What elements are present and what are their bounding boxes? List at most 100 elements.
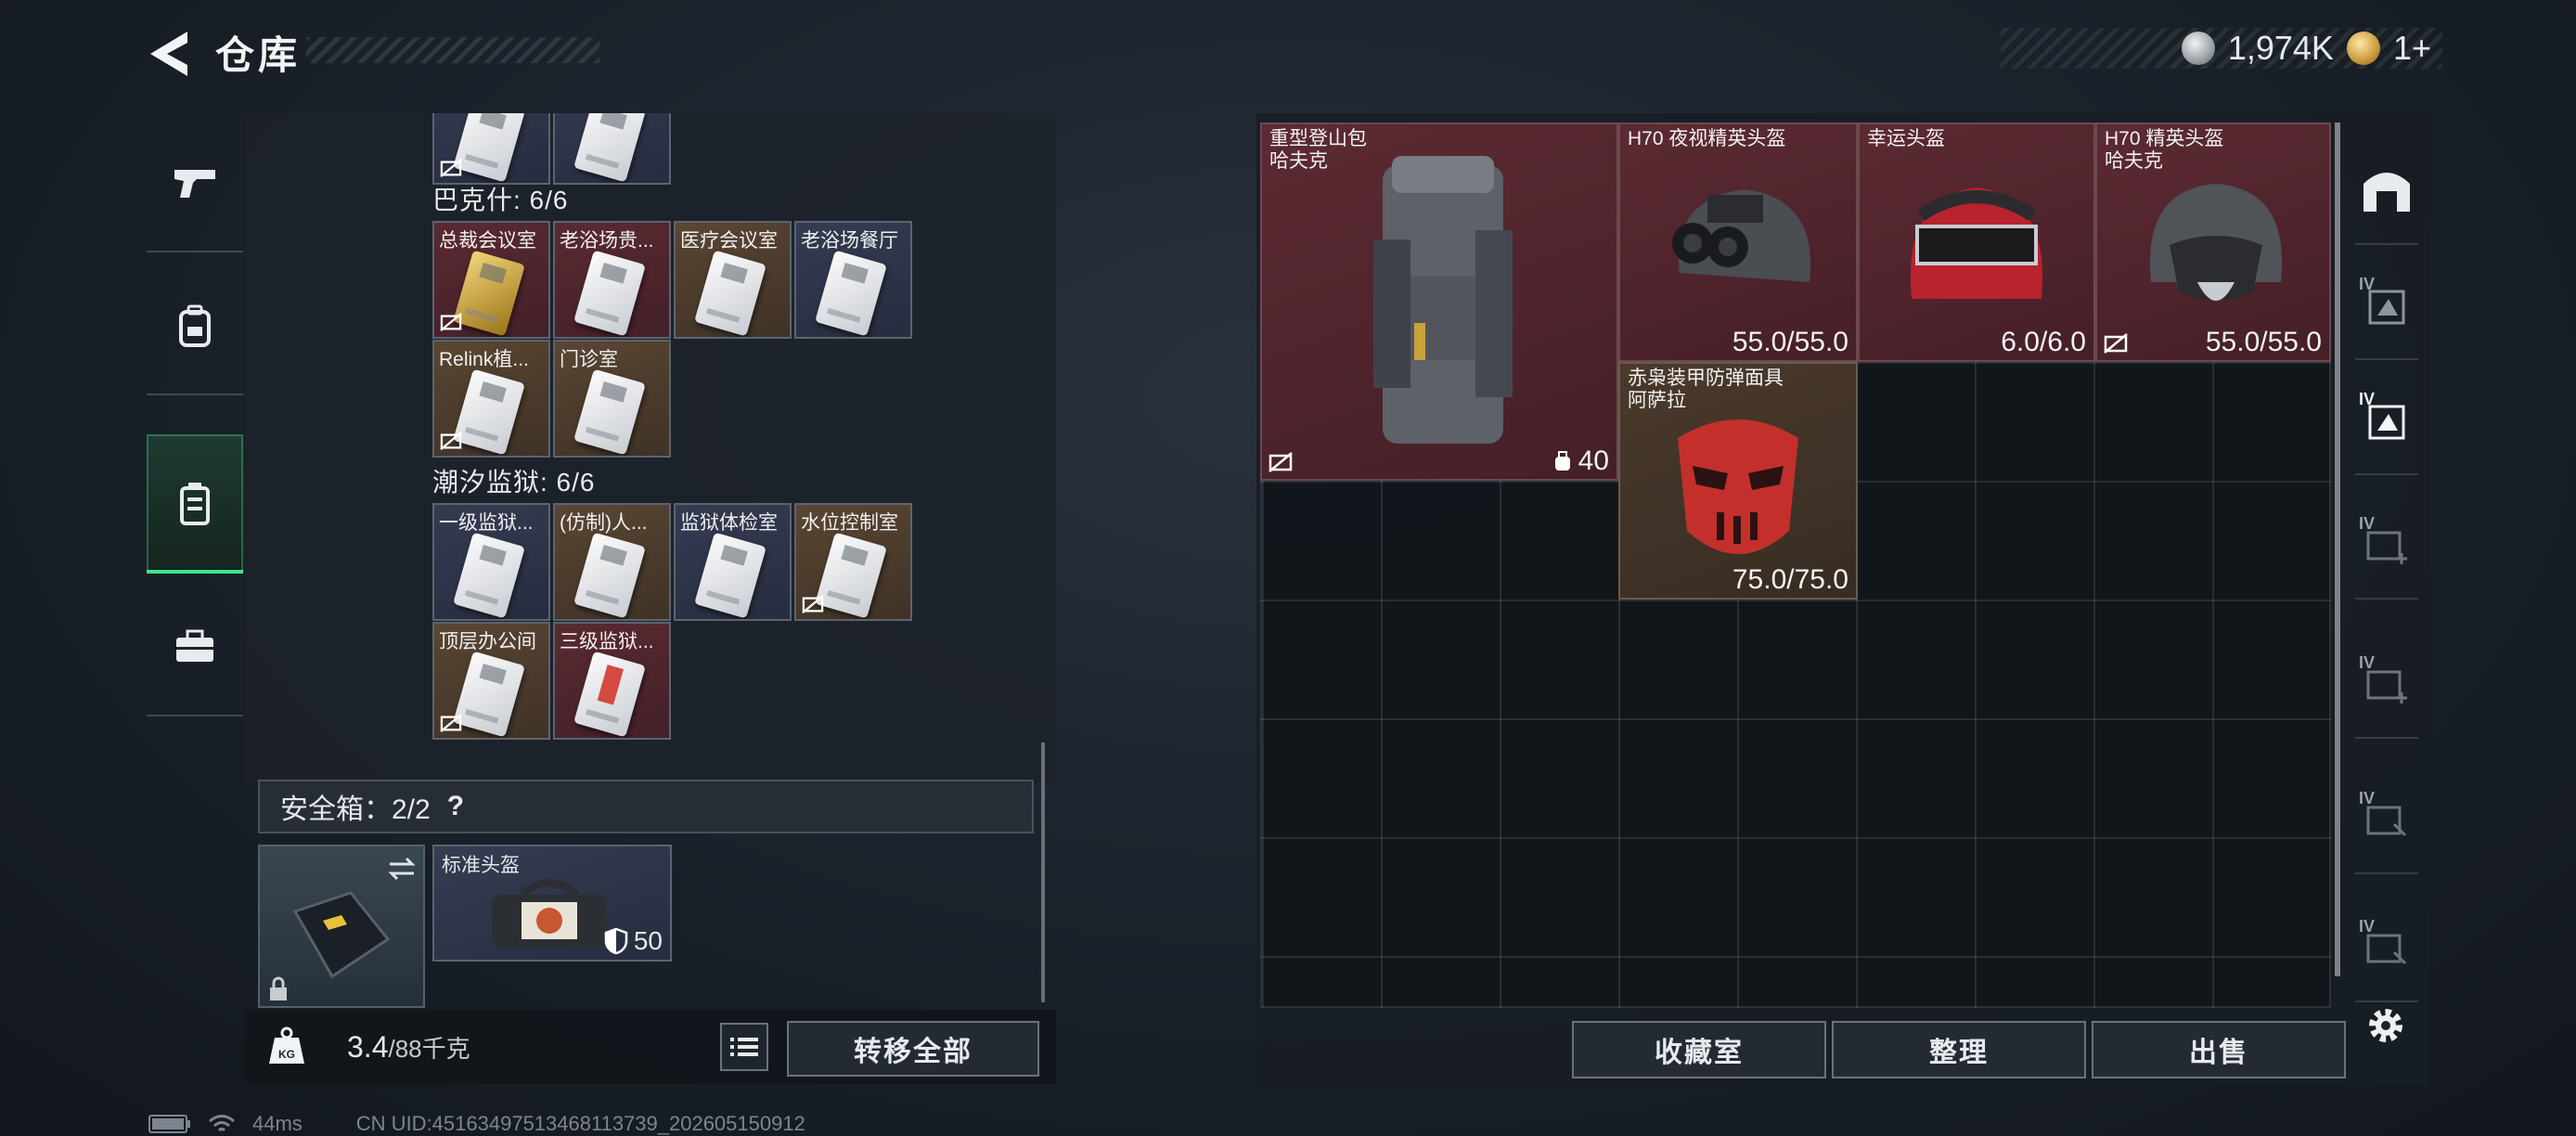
key-card-slot[interactable]: 监狱体检室 (674, 503, 792, 621)
back-arrow-icon[interactable] (147, 28, 193, 80)
safe-box-label: 安全箱：2/2 (280, 794, 431, 825)
key-card-slot[interactable]: Relink植... (432, 340, 550, 458)
transfer-all-button[interactable]: 转移全部 (787, 1021, 1039, 1077)
bag-icon (492, 879, 607, 949)
ping-readout: 44ms (252, 1112, 303, 1135)
status-bar: 44ms CN UID:451634975134681137​39_202605… (148, 1112, 805, 1136)
tab-stash-5[interactable]: IV (2351, 627, 2422, 739)
stash-item-helmet[interactable]: H70 精英头盔 哈夫克 55.0/55.0 (2095, 123, 2331, 362)
key-card-label: 三级监狱... (560, 631, 654, 652)
item-durability: 55.0/55.0 (2205, 327, 2322, 357)
safe-box-slot[interactable] (258, 845, 425, 1008)
no-trade-icon (2104, 333, 2128, 354)
tab-stash-3[interactable]: IV (2351, 364, 2422, 475)
armor-shield-icon (604, 927, 628, 955)
item-name: 幸运头盔 (1867, 128, 1945, 149)
key-card-label: 老浴场贵... (560, 230, 654, 252)
gold-coin-icon (2346, 32, 2380, 65)
sell-button[interactable]: 出售 (2092, 1021, 2346, 1078)
lock-icon (270, 976, 287, 1000)
key-card-label: 监狱体检室 (680, 512, 778, 534)
svg-text:KG: KG (278, 1048, 295, 1061)
armored-mask-icon (1678, 420, 1798, 554)
key-card-label: 一级监狱... (439, 512, 534, 534)
key-card-slot[interactable]: (仿制)人... (553, 503, 671, 621)
keycard-icon (453, 651, 525, 738)
scrollbar[interactable] (1041, 742, 1045, 1002)
stash-item-helmet[interactable]: 幸运头盔 6.0/6.0 (1858, 123, 2095, 362)
backpack-icon (179, 304, 211, 347)
keycard-icon (573, 651, 646, 738)
key-card-slot[interactable]: 总裁会议室 (432, 221, 550, 339)
pistol-icon (174, 170, 215, 198)
silver-coin-icon (2181, 32, 2215, 65)
keycard-icon (815, 532, 887, 619)
stash-scrollbar[interactable] (2335, 123, 2340, 976)
nightvision-helmet-icon (1672, 189, 1811, 282)
no-trade-icon (440, 312, 462, 332)
key-card-slot[interactable]: 水位控制室 (794, 503, 912, 621)
key-card-slot[interactable] (432, 113, 550, 185)
safe-box-header: 安全箱：2/2 ? (258, 780, 1034, 833)
item-name: 重型登山包 哈夫克 (1269, 128, 1367, 172)
key-card-label: 顶层办公间 (439, 631, 536, 652)
stash-item-backpack[interactable]: 重型登山包 哈夫克 40 (1260, 123, 1618, 481)
keycard-icon (694, 250, 766, 337)
keycard-icon (573, 368, 646, 456)
keycard-icon (453, 532, 525, 619)
tab-stash-2[interactable]: IV (2351, 249, 2422, 360)
silver-amount: 1,974K (2227, 29, 2334, 67)
safe-box-icon (292, 891, 391, 979)
item-name: H70 夜视精英头盔 (1628, 128, 1786, 149)
keycard-icon (453, 250, 525, 337)
key-card-slot[interactable]: 一级监狱... (432, 503, 550, 621)
battery-icon (148, 1115, 190, 1133)
tab-stash-7[interactable]: IV (2351, 891, 2422, 1002)
title-decoration (306, 37, 599, 63)
map-group-title: 潮汐监狱: 6/6 (432, 468, 596, 497)
elite-helmet-icon (2149, 184, 2283, 301)
item-capacity: 40 (1578, 445, 1609, 476)
sort-button[interactable]: 整理 (1832, 1021, 2086, 1078)
keycard-icon (453, 368, 525, 456)
settings-gear-icon[interactable] (2363, 1002, 2409, 1049)
key-card-label: 门诊室 (560, 349, 618, 370)
tab-equipment[interactable] (147, 256, 243, 395)
key-card-slot[interactable]: 医疗会议室 (674, 221, 792, 339)
tab-stash-6[interactable]: IV (2351, 763, 2422, 874)
key-card-slot[interactable]: 三级监狱... (553, 622, 671, 740)
tab-stash-4[interactable]: IV (2351, 488, 2422, 600)
list-view-button[interactable] (720, 1023, 768, 1071)
category-tabs (147, 113, 243, 750)
no-trade-icon (802, 594, 824, 614)
key-card-slot[interactable]: 顶层办公间 (432, 622, 550, 740)
home-icon (2363, 173, 2410, 212)
gold-amount: 1+ (2392, 29, 2431, 67)
key-card-slot[interactable]: 门诊室 (553, 340, 671, 458)
help-button[interactable]: ? (447, 791, 464, 822)
key-card-slot[interactable]: 老浴场餐厅 (794, 221, 912, 339)
collection-room-button[interactable]: 收藏室 (1572, 1021, 1826, 1078)
key-card-slot[interactable] (553, 113, 671, 185)
tab-weapons[interactable] (147, 113, 243, 252)
key-card-slot[interactable]: 老浴场贵... (553, 221, 671, 339)
key-list[interactable]: 巴克什: 6/6 总裁会议室 老浴场贵... 医疗会议室 老浴场餐厅 Relink植..… (245, 113, 1043, 781)
safe-box-item[interactable]: 标准头盔 50 (432, 845, 672, 962)
no-trade-icon (440, 158, 462, 178)
stash-item-mask[interactable]: 赤枭装甲防弹面具 阿萨拉 75.0/75.0 (1618, 362, 1858, 600)
weight-readout: 3.4/88千克 (347, 1030, 470, 1065)
keycard-case-icon (180, 483, 210, 525)
no-trade-icon (1269, 452, 1293, 472)
swap-icon[interactable] (386, 856, 418, 882)
weight-icon: KG (269, 1026, 304, 1064)
stash-item-helmet[interactable]: H70 夜视精英头盔 55.0/55.0 (1618, 123, 1858, 362)
currency-bar[interactable]: 1,974K 1+ (2001, 28, 2442, 69)
tab-items[interactable] (147, 577, 243, 716)
key-card-label: 水位控制室 (801, 512, 898, 534)
red-helmet-icon (1910, 187, 2043, 299)
item-durability: 75.0/75.0 (1732, 564, 1848, 595)
weight-max: /88千克 (388, 1035, 470, 1063)
item-durability: 55.0/55.0 (1732, 327, 1848, 357)
tab-keys[interactable] (147, 434, 243, 574)
tab-stash-home[interactable] (2351, 134, 2422, 245)
